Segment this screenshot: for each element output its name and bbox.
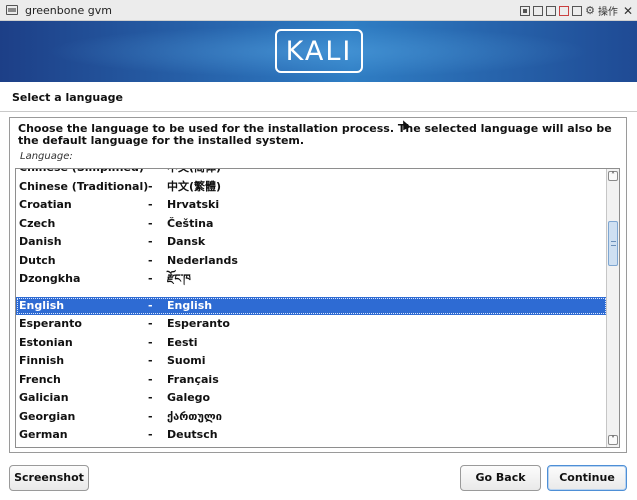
operations-menu[interactable]: 操作 [598, 3, 618, 18]
window-controls: ⚙ 操作 ✕ [520, 3, 633, 18]
gear-icon[interactable]: ⚙ [585, 5, 595, 16]
language-name: Danish [19, 235, 62, 248]
native-language-name: Nederlands [167, 253, 238, 267]
pause-icon[interactable] [572, 5, 583, 16]
native-language-name: Čeština [167, 216, 214, 230]
native-language-name: Deutsch [167, 428, 218, 441]
app-window-icon [6, 5, 18, 15]
separator: - [148, 235, 153, 248]
language-option[interactable]: German - Deutsch [16, 426, 607, 445]
go-back-button[interactable]: Go Back [460, 465, 541, 491]
native-language-name: ქართული [167, 409, 222, 423]
kali-banner: KALI [0, 21, 637, 82]
separator: - [148, 317, 153, 330]
separator: - [148, 335, 153, 349]
language-name: Dutch [19, 253, 56, 267]
language-option[interactable]: French - Français [16, 371, 607, 390]
native-language-name: Suomi [167, 354, 206, 367]
language-name: Croatian [19, 198, 72, 211]
language-name: Dzongkha [19, 272, 81, 285]
language-name: English [19, 298, 65, 312]
fullscreen-icon[interactable] [533, 5, 544, 16]
language-option[interactable]: English - English [16, 296, 607, 315]
language-listbox[interactable]: Chinese (Simplified)-中文(简体)Chinese (Trad… [15, 168, 620, 448]
stop-icon[interactable] [559, 5, 570, 16]
language-name: Estonian [19, 335, 73, 349]
native-language-name: Esperanto [167, 317, 230, 330]
window-title: greenbone gvm [25, 4, 112, 17]
separator: - [148, 298, 153, 312]
native-language-name: རྫོང་ཁ [167, 272, 191, 285]
native-language-name: Français [167, 372, 219, 386]
language-panel: Choose the language to be used for the i… [9, 117, 627, 453]
screenshot-tool-icon[interactable] [520, 5, 531, 16]
native-language-name: Galego [167, 391, 211, 404]
language-option[interactable]: Estonian - Eesti [16, 334, 607, 353]
screenshot-button[interactable]: Screenshot [9, 465, 89, 491]
window-view-icon[interactable] [546, 5, 557, 16]
grip-icon [611, 241, 616, 246]
scrollbar-thumb[interactable] [608, 221, 618, 266]
continue-button[interactable]: Continue [547, 465, 627, 491]
separator: - [148, 428, 153, 441]
language-name: Chinese (Traditional) [19, 179, 149, 193]
page-title: Select a language [12, 91, 123, 104]
native-language-name: Eesti [167, 335, 198, 349]
instructions-text: Choose the language to be used for the i… [18, 122, 612, 147]
close-icon[interactable]: ✕ [623, 5, 633, 17]
divider [0, 111, 637, 112]
separator: - [148, 272, 153, 285]
kali-logo-text: KALI [285, 36, 353, 67]
language-name: German [19, 428, 68, 441]
language-option[interactable]: Galician - Galego [16, 389, 607, 408]
separator: - [148, 169, 153, 178]
language-option[interactable]: Finnish - Suomi [16, 352, 607, 371]
scroll-up-arrow-icon[interactable]: ˄ [608, 171, 618, 181]
native-language-name: Dansk [167, 235, 206, 248]
language-option[interactable]: Croatian - Hrvatski [16, 196, 607, 215]
native-language-name: English [167, 298, 213, 312]
language-option[interactable]: Esperanto - Esperanto [16, 315, 607, 334]
language-rows: Chinese (Simplified)-中文(简体)Chinese (Trad… [16, 169, 607, 445]
scroll-down-arrow-icon[interactable]: ˅ [608, 435, 618, 445]
separator: - [148, 179, 153, 193]
separator: - [148, 372, 153, 386]
separator: - [148, 409, 153, 423]
separator: - [148, 354, 153, 367]
language-option[interactable]: Dutch - Nederlands [16, 252, 607, 271]
language-name: French [19, 372, 61, 386]
language-name: Finnish [19, 354, 65, 367]
language-name: Esperanto [19, 317, 82, 330]
language-option[interactable]: Chinese (Traditional) - 中文(繁體) [16, 178, 607, 197]
language-name: Czech [19, 216, 56, 230]
language-option[interactable]: Dzongkha - རྫོང་ཁ [16, 270, 607, 289]
separator: - [148, 198, 153, 211]
language-name: Galician [19, 391, 69, 404]
language-option[interactable]: Danish - Dansk [16, 233, 607, 252]
window-titlebar: greenbone gvm ⚙ 操作 ✕ [0, 0, 637, 21]
kali-logo: KALI [275, 29, 363, 73]
language-option[interactable]: Georgian - ქართული [16, 408, 607, 427]
separator: - [148, 216, 153, 230]
language-option[interactable]: Czech - Čeština [16, 215, 607, 234]
language-field-label: Language: [20, 151, 73, 162]
separator: - [148, 253, 153, 267]
separator: - [148, 391, 153, 404]
language-name: Chinese (Simplified) [19, 169, 144, 178]
language-option[interactable]: Chinese (Simplified)- 中文(简体) [16, 169, 607, 178]
native-language-name: 中文(繁體) [167, 179, 222, 193]
native-language-name: Hrvatski [167, 198, 220, 211]
native-language-name: 中文(简体) [167, 169, 221, 178]
list-scrollbar[interactable]: ˄ ˅ [606, 169, 619, 447]
language-name: Georgian [19, 409, 76, 423]
